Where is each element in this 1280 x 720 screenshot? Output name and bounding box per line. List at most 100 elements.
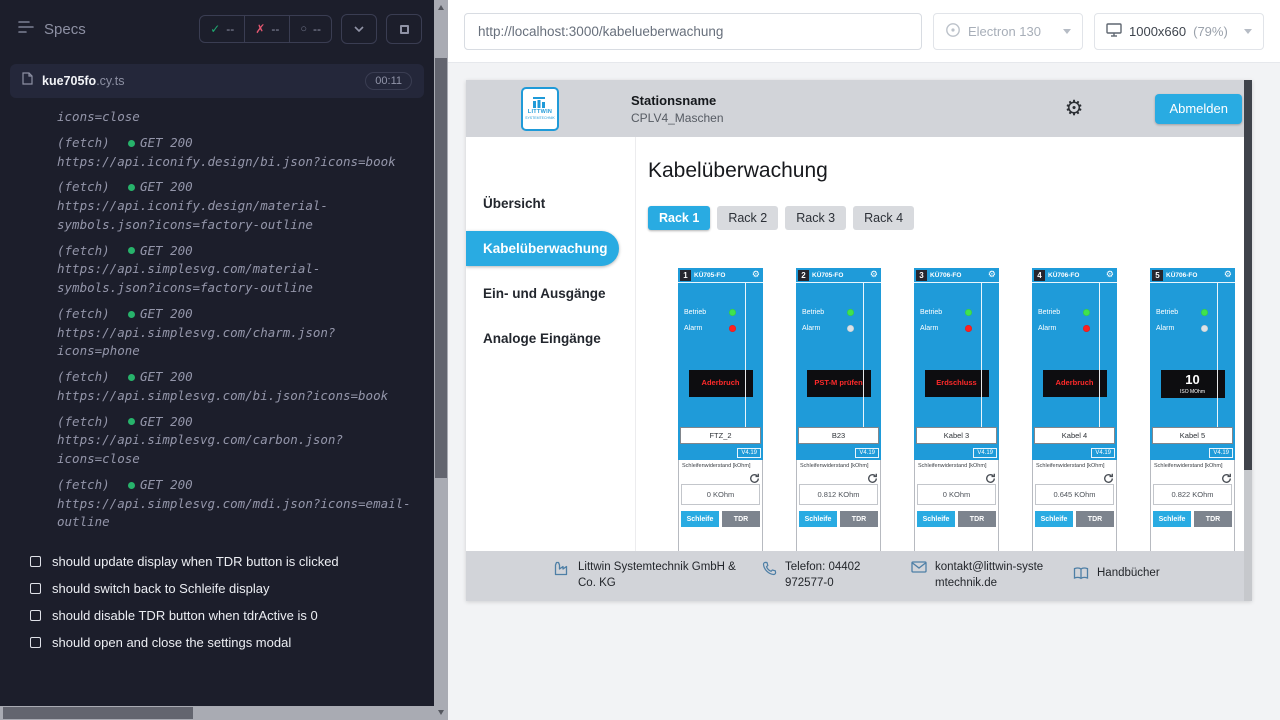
- panel-divider: [1099, 283, 1100, 443]
- pending-test-icon: [30, 610, 41, 621]
- gear-icon[interactable]: ⚙: [1065, 98, 1084, 119]
- network-log-entry[interactable]: (fetch)GET 200 https://api.simplesvg.com…: [57, 242, 422, 298]
- schleife-button[interactable]: Schleife: [1035, 511, 1073, 527]
- pending-test-icon: [30, 583, 41, 594]
- refresh-icon[interactable]: [985, 471, 996, 482]
- panel-divider: [863, 283, 864, 443]
- betrieb-led: [847, 309, 854, 316]
- sidebar-item-kabelueberwachung[interactable]: Kabelüberwachung: [466, 231, 619, 266]
- book-icon: [1073, 566, 1089, 586]
- tab-rack-4[interactable]: Rack 4: [853, 206, 914, 230]
- schleife-button[interactable]: Schleife: [799, 511, 837, 527]
- stop-button[interactable]: [386, 14, 422, 44]
- scrollbar-thumb[interactable]: [3, 707, 193, 719]
- runner-vertical-scrollbar[interactable]: [434, 0, 448, 720]
- sidebar-item-analoge-eingaenge[interactable]: Analoge Eingänge: [466, 316, 635, 361]
- app-viewport: LITTWIN SYSTEMTECHNIK Stationsname CPLV4…: [466, 80, 1252, 601]
- alarm-led: [847, 325, 854, 332]
- test-list: should update display when TDR button is…: [0, 548, 434, 656]
- passed-count[interactable]: ✓ --: [200, 16, 244, 42]
- panel-divider: [1217, 283, 1218, 443]
- circle-icon: ○: [300, 23, 307, 35]
- scrollbar-thumb[interactable]: [1244, 80, 1252, 470]
- zoom-level: (79%): [1193, 24, 1228, 39]
- refresh-icon[interactable]: [867, 471, 878, 482]
- firmware-version: V4.19: [973, 448, 997, 458]
- card-gear-icon[interactable]: ⚙: [1224, 270, 1232, 279]
- network-log-entry[interactable]: (fetch)GET 200 https://api.simplesvg.com…: [57, 413, 422, 469]
- app-header: LITTWIN SYSTEMTECHNIK Stationsname CPLV4…: [466, 80, 1252, 137]
- sidebar-item-uebersicht[interactable]: Übersicht: [466, 181, 635, 226]
- viewport-size-select[interactable]: 1000x660 (79%): [1094, 13, 1264, 50]
- network-log-entry[interactable]: (fetch)GET 200 https://api.simplesvg.com…: [57, 368, 422, 406]
- tdr-button[interactable]: TDR: [840, 511, 878, 527]
- card-gear-icon[interactable]: ⚙: [1106, 270, 1114, 279]
- status-dot: [128, 482, 135, 489]
- slot-number: 2: [798, 270, 809, 281]
- status-dot: [128, 374, 135, 381]
- device-model: KÜ705-FO: [694, 272, 725, 279]
- schleife-button[interactable]: Schleife: [681, 511, 719, 527]
- test-item[interactable]: should update display when TDR button is…: [0, 548, 434, 575]
- tdr-button[interactable]: TDR: [1076, 511, 1114, 527]
- card-gear-icon[interactable]: ⚙: [870, 270, 878, 279]
- url-input[interactable]: [464, 13, 922, 50]
- cable-name: FTZ_2: [680, 427, 761, 444]
- refresh-icon[interactable]: [749, 471, 760, 482]
- measurement-panel: Schleifenwiderstand [kOhm] 0 KOhm Schlei…: [678, 460, 763, 552]
- cable-name: B23: [798, 427, 879, 444]
- browser-pane: Electron 130 1000x660 (79%) LITTWIN SYST…: [448, 0, 1280, 720]
- betrieb-led: [1201, 309, 1208, 316]
- status-dot: [128, 184, 135, 191]
- test-item[interactable]: should open and close the settings modal: [0, 629, 434, 656]
- viewport-size: 1000x660: [1129, 24, 1186, 39]
- specs-list-icon[interactable]: [18, 20, 34, 38]
- betrieb-led: [965, 309, 972, 316]
- sidebar-item-ein-und-ausgaenge[interactable]: Ein- und Ausgänge: [466, 271, 635, 316]
- tdr-button[interactable]: TDR: [722, 511, 760, 527]
- network-log-entry[interactable]: (fetch)GET 200 https://api.iconify.desig…: [57, 178, 422, 234]
- manuals-link[interactable]: Handbücher: [1073, 566, 1160, 586]
- test-item[interactable]: should disable TDR button when tdrActive…: [0, 602, 434, 629]
- schleife-button[interactable]: Schleife: [917, 511, 955, 527]
- measurement-value: 0.645 KOhm: [1035, 484, 1114, 505]
- electron-icon: [945, 22, 961, 41]
- refresh-icon[interactable]: [1103, 471, 1114, 482]
- network-log-entry[interactable]: (fetch)GET 200 https://api.iconify.desig…: [57, 134, 422, 172]
- tab-rack-1[interactable]: Rack 1: [648, 206, 710, 230]
- schleife-button[interactable]: Schleife: [1153, 511, 1191, 527]
- card-gear-icon[interactable]: ⚙: [752, 270, 760, 279]
- slot-number: 4: [1034, 270, 1045, 281]
- collapse-button[interactable]: [341, 14, 377, 44]
- tab-rack-3[interactable]: Rack 3: [785, 206, 846, 230]
- tdr-button[interactable]: TDR: [1194, 511, 1232, 527]
- tdr-button[interactable]: TDR: [958, 511, 996, 527]
- failed-count[interactable]: ✗ --: [244, 16, 289, 42]
- device-model: KÜ706-FO: [1048, 272, 1079, 279]
- browser-select[interactable]: Electron 130: [933, 13, 1083, 50]
- email-link[interactable]: kontakt@littwin-systemtechnik.de: [911, 560, 1047, 591]
- pending-count[interactable]: ○ --: [289, 16, 331, 42]
- browser-toolbar: Electron 130 1000x660 (79%): [448, 0, 1280, 63]
- network-log-entry[interactable]: (fetch)GET 200 https://api.simplesvg.com…: [57, 476, 422, 532]
- runner-horizontal-scrollbar[interactable]: [0, 706, 434, 720]
- scroll-down-arrow[interactable]: [438, 710, 444, 715]
- measurement-panel: Schleifenwiderstand [kOhm] 0.822 KOhm Sc…: [1150, 460, 1235, 552]
- scrollbar-thumb[interactable]: [435, 58, 447, 478]
- network-log-entry[interactable]: (fetch)GET 200 https://api.simplesvg.com…: [57, 305, 422, 361]
- device-card-1: 1 KÜ705-FO ⚙ Betrieb Alarm Aderbruch: [678, 268, 763, 552]
- page-title: Kabelüberwachung: [648, 159, 1252, 183]
- refresh-icon[interactable]: [1221, 471, 1232, 482]
- app-vertical-scrollbar[interactable]: [1244, 80, 1252, 601]
- slot-number: 1: [680, 270, 691, 281]
- logout-button[interactable]: Abmelden: [1155, 94, 1242, 124]
- alarm-led: [965, 325, 972, 332]
- status-display: Erdschluss: [925, 370, 989, 397]
- scroll-up-arrow[interactable]: [438, 5, 444, 10]
- tab-rack-2[interactable]: Rack 2: [717, 206, 778, 230]
- test-item[interactable]: should switch back to Schleife display: [0, 575, 434, 602]
- card-gear-icon[interactable]: ⚙: [988, 270, 996, 279]
- firmware-version: V4.19: [737, 448, 761, 458]
- spec-file-row[interactable]: kue705fo.cy.ts 00:11: [10, 64, 424, 98]
- specs-label: Specs: [44, 21, 86, 38]
